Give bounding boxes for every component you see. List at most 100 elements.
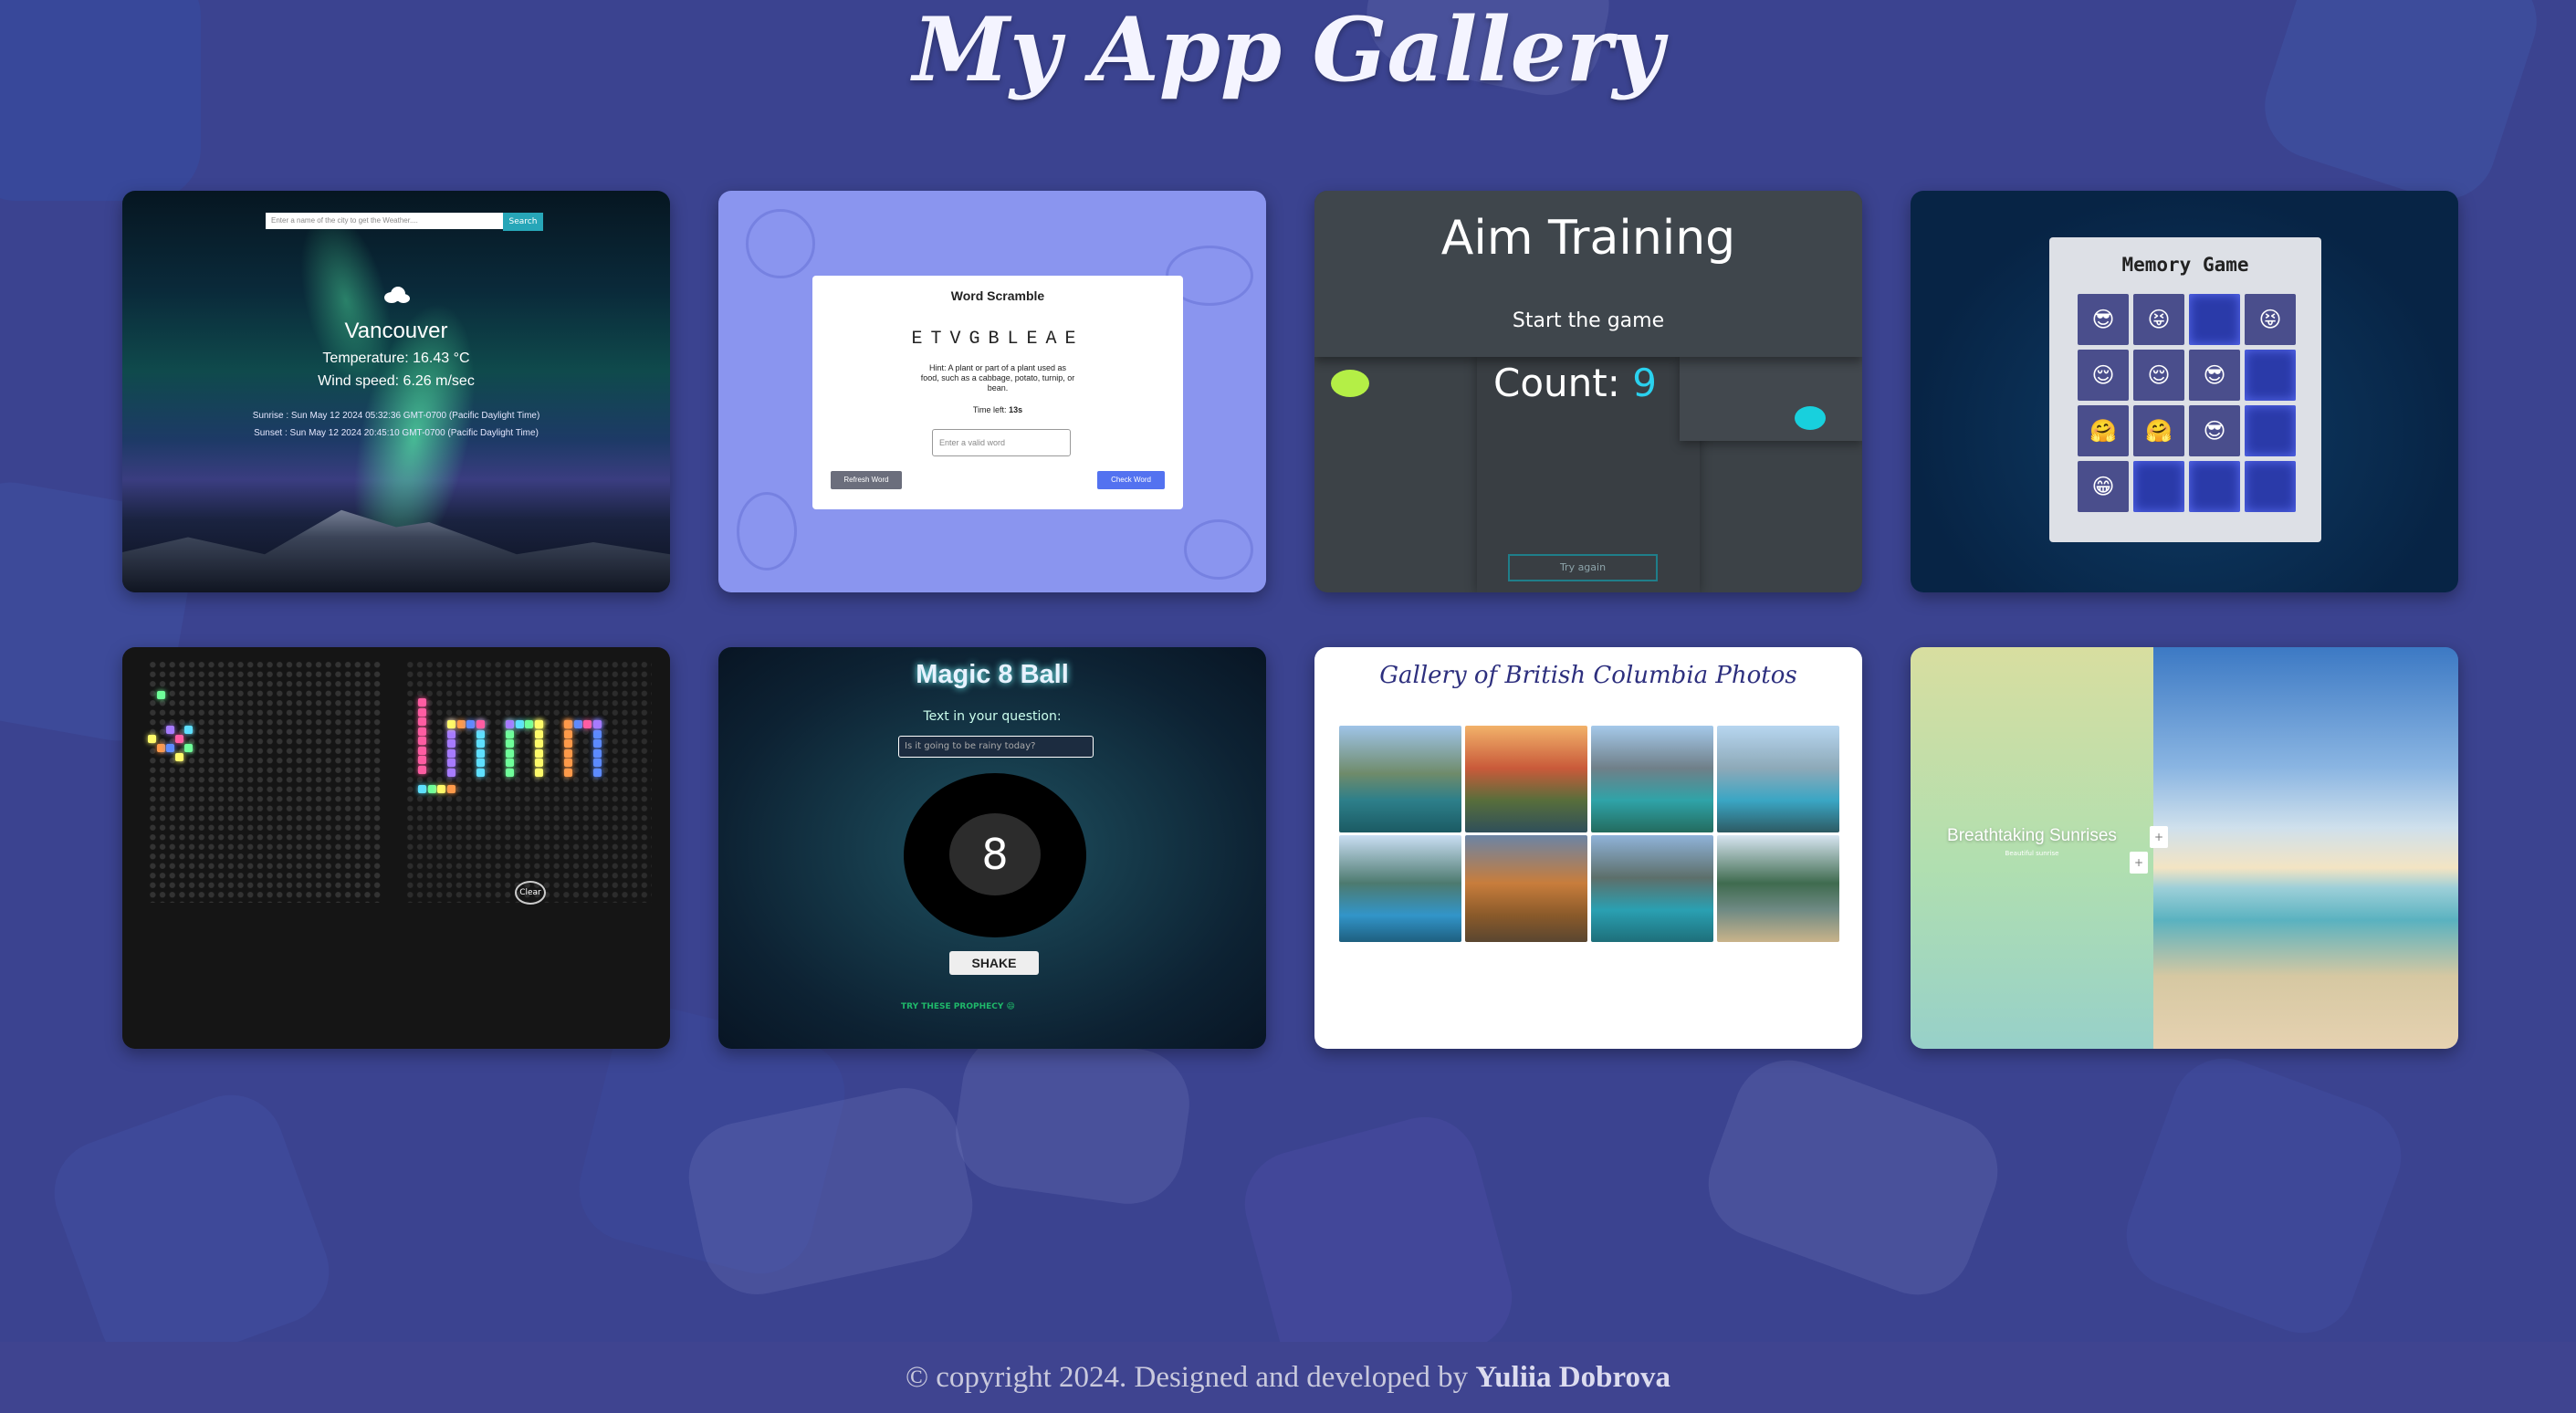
lit-pixel (418, 698, 426, 706)
lit-pixel (506, 759, 514, 767)
pixel-grid (148, 660, 383, 903)
lit-pixel (593, 739, 602, 748)
lit-pixel (476, 729, 485, 738)
lit-pixel (564, 748, 572, 758)
app-card-bc-gallery[interactable]: Gallery of British Columbia Photos (1314, 647, 1862, 1049)
lit-pixel (148, 735, 156, 743)
lit-pixel (175, 735, 183, 743)
lit-pixel (593, 729, 602, 738)
cloud-icon (384, 287, 410, 303)
memory-card (2189, 461, 2240, 512)
aim-title: Aim Training (1440, 211, 1736, 266)
doodle (746, 209, 815, 278)
lit-pixel (157, 744, 165, 752)
weather-search-button: Search (503, 213, 543, 231)
lit-pixel (166, 744, 174, 752)
lit-pixel (535, 768, 543, 777)
lit-pixel (564, 768, 572, 777)
magic-title: Magic 8 Ball (916, 660, 1069, 689)
weather-wind: Wind speed: 6.26 m/sec (318, 373, 475, 389)
lit-pixel (506, 720, 514, 728)
doodle (1184, 519, 1253, 580)
target-dot (1795, 406, 1826, 430)
lit-pixel (476, 748, 485, 758)
bc-photo-grid (1339, 726, 1839, 942)
lit-pixel (564, 739, 572, 748)
lit-pixel (593, 720, 602, 728)
app-card-memory-game[interactable]: Memory Game 😎 😝 😝 😌 😌 😎 🤗 🤗 😎 😁 (1911, 191, 2458, 592)
lit-pixel (515, 720, 524, 728)
memory-card: 😝 (2245, 294, 2296, 345)
lit-pixel (535, 748, 543, 758)
app-card-word-scramble[interactable]: Word Scramble ETVGBLEAE Hint: A plant or… (718, 191, 1266, 592)
app-card-light-board[interactable]: Clear (122, 647, 670, 1049)
magic-ball-number: 8 (949, 813, 1041, 895)
time-left: Time left: 13s (972, 405, 1023, 414)
lit-pixel (506, 768, 514, 777)
lit-pixel (535, 720, 544, 728)
lit-pixel (535, 739, 543, 748)
scrambled-letters: ETVGBLEAE (911, 329, 1084, 350)
magic-ball: 8 (904, 773, 1086, 937)
memory-card (2245, 405, 2296, 456)
photo-thumbnail (1591, 726, 1713, 832)
lit-pixel (175, 753, 183, 761)
app-card-magic-8-ball[interactable]: Magic 8 Ball Text in your question: Is i… (718, 647, 1266, 1049)
word-hint: Hint: A plant or part of a plant used as… (920, 363, 1075, 392)
memory-card (2245, 461, 2296, 512)
aim-panel (1680, 357, 1862, 441)
sunrise-subtitle: Beautiful sunrise (2005, 850, 2059, 857)
aim-start-label: Start the game (1512, 309, 1665, 332)
app-card-weather[interactable]: Enter a name of the city to get the Weat… (122, 191, 670, 592)
photo-thumbnail (1465, 726, 1587, 832)
lit-pixel (506, 739, 514, 748)
word-scramble-panel: Word Scramble ETVGBLEAE Hint: A plant or… (812, 276, 1183, 509)
lit-pixel (564, 759, 572, 767)
weather-city: Vancouver (344, 319, 448, 343)
memory-card: 😎 (2078, 294, 2129, 345)
lit-pixel (447, 759, 456, 767)
lit-pixel (573, 720, 582, 728)
lit-pixel (166, 726, 174, 734)
weather-sunrise: Sunrise : Sun May 12 2024 05:32:36 GMT-0… (252, 411, 540, 421)
word-input: Enter a valid word (932, 429, 1071, 456)
lit-pixel (506, 748, 514, 758)
lit-pixel (447, 784, 456, 793)
lit-pixel (427, 784, 436, 793)
photo-thumbnail (1717, 726, 1839, 832)
check-word-button: Check Word (1097, 471, 1165, 489)
refresh-word-button: Refresh Word (831, 471, 902, 489)
lit-pixel (418, 737, 426, 745)
slider-next-button: + (2130, 852, 2148, 874)
lit-pixel (476, 768, 485, 777)
bc-gallery-title: Gallery of British Columbia Photos (1379, 662, 1797, 689)
weather-temperature: Temperature: 16.43 °C (322, 351, 470, 366)
memory-card: 😎 (2189, 350, 2240, 401)
footer: © copyright 2024. Designed and developed… (0, 1342, 2576, 1413)
photo-thumbnail (1465, 835, 1587, 942)
memory-card (2245, 350, 2296, 401)
photo-thumbnail (1339, 835, 1461, 942)
app-card-sunrises[interactable]: Breathtaking Sunrises Beautiful sunrise … (1911, 647, 2458, 1049)
lit-pixel (476, 720, 486, 728)
sunrise-title: Breathtaking Sunrises (1947, 826, 2117, 845)
slider-prev-button: + (2150, 826, 2168, 848)
doodle (737, 492, 797, 570)
lit-pixel (157, 691, 165, 699)
lit-pixel (583, 720, 592, 728)
memory-card: 😁 (2078, 461, 2129, 512)
app-card-aim-training[interactable]: Aim Training Start the game Count: 9 Try… (1314, 191, 1862, 592)
memory-panel: Memory Game 😎 😝 😝 😌 😌 😎 🤗 🤗 😎 😁 (2049, 237, 2321, 542)
lit-pixel (447, 768, 456, 777)
weather-search-input: Enter a name of the city to get the Weat… (266, 213, 503, 229)
lit-pixel (447, 729, 456, 738)
sunrise-photo (2153, 647, 2458, 1049)
lit-pixel (447, 748, 456, 758)
lit-pixel (535, 729, 543, 738)
lit-pixel (184, 726, 193, 734)
lit-pixel (535, 759, 543, 767)
lit-pixel (437, 784, 446, 793)
page-title: My App Gallery (912, 0, 1664, 101)
lit-pixel (447, 739, 456, 748)
weather-search: Enter a name of the city to get the Weat… (266, 213, 543, 231)
